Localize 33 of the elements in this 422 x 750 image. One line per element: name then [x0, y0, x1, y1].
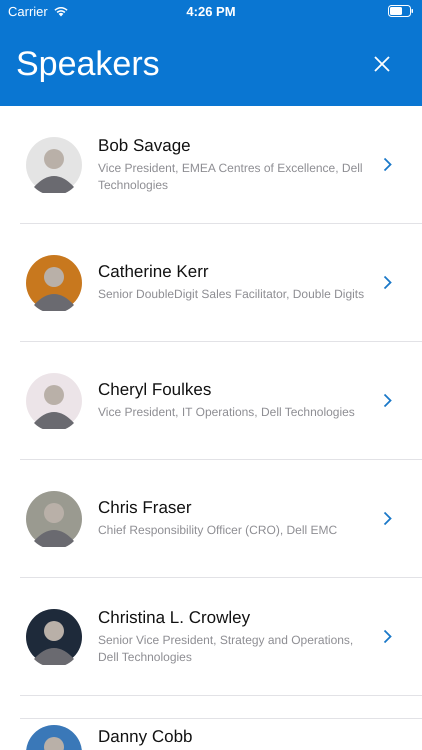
page-title: Speakers — [16, 44, 160, 84]
speaker-name: Catherine Kerr — [98, 262, 210, 282]
avatar-icon — [26, 254, 82, 310]
speaker-name: Christina L. Crowley — [98, 608, 252, 628]
chevron-right-icon — [383, 629, 392, 644]
close-icon — [374, 56, 390, 72]
speaker-title: Vice President, IT Operations, Dell Technologies — [98, 404, 356, 421]
speaker-name: Danny Cobb — [98, 727, 194, 747]
speaker-row[interactable]: Chris Fraser Chief Responsibility Officer (CRO), Dell EMC — [20, 460, 422, 578]
speaker-title: Senior DoubleDigit Sales Facilitator, Double Digits — [98, 286, 366, 303]
avatar-icon — [26, 608, 82, 664]
speaker-name: Chris Fraser — [98, 498, 193, 518]
status-time: 4:26 PM — [186, 4, 236, 18]
speaker-name: Cheryl Foulkes — [98, 380, 212, 400]
chevron-right-icon — [383, 511, 392, 526]
speaker-row[interactable]: Danny Cobb — [20, 719, 422, 750]
avatar-icon — [26, 372, 82, 428]
speaker-title: Vice President, EMEA Centres of Excellence, Dell Technologies — [98, 160, 364, 194]
speaker-row[interactable]: Cheryl Foulkes Vice President, IT Operations, Dell Technologies — [20, 342, 422, 460]
avatar-icon — [26, 490, 82, 546]
chevron-right-icon — [383, 393, 392, 408]
speaker-name: Bob Savage — [98, 136, 192, 156]
carrier-label: Carrier — [8, 4, 48, 18]
battery-icon — [388, 5, 414, 17]
chevron-right-icon — [383, 157, 392, 172]
speaker-row[interactable]: Catherine Kerr Senior DoubleDigit Sales Facilitator, Double Digits — [20, 224, 422, 342]
speaker-row[interactable]: Christina L. Crowley Senior Vice President, Strategy and Operations, Dell Technologies — [20, 578, 422, 696]
speaker-row[interactable]: Bob Savage Vice President, EMEA Centres of Excellence, Dell Technologies — [20, 106, 422, 224]
speaker-title: Chief Responsibility Officer (CRO), Dell EMC — [98, 522, 338, 539]
wifi-icon — [52, 5, 69, 17]
speaker-title: Senior Vice President, Strategy and Operations, Dell Technologies — [98, 632, 354, 666]
avatar-icon — [26, 136, 82, 192]
chevron-right-icon — [383, 275, 392, 290]
